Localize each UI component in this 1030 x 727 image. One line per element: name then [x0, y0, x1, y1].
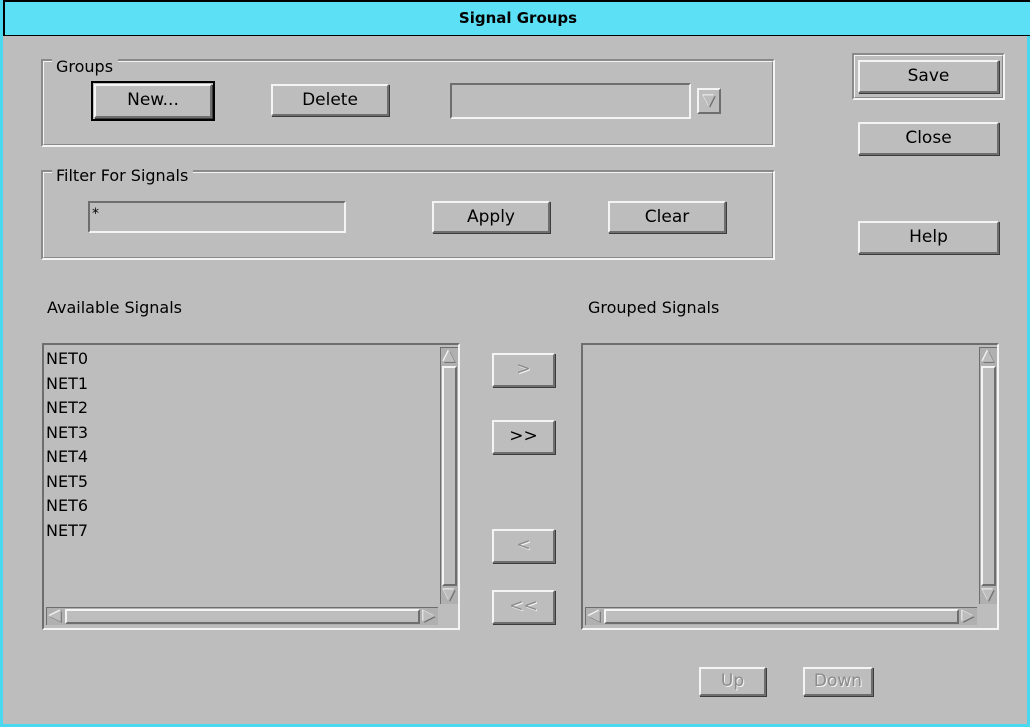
apply-filter-button-label: Apply: [467, 207, 515, 227]
new-group-button[interactable]: New...: [91, 81, 215, 121]
add-all-button-label: >>: [509, 426, 538, 446]
delete-group-button[interactable]: Delete: [271, 84, 389, 116]
list-item[interactable]: NET5: [46, 470, 88, 495]
remove-selected-button-label: <: [516, 535, 531, 555]
scroll-up-icon[interactable]: ▲: [441, 348, 457, 364]
scroll-thumb[interactable]: [442, 366, 457, 586]
list-item[interactable]: NET7: [46, 519, 88, 544]
delete-group-button-label: Delete: [302, 90, 358, 110]
filter-input[interactable]: *: [88, 201, 346, 233]
save-button[interactable]: Save: [858, 60, 999, 93]
list-item[interactable]: NET2: [46, 396, 88, 421]
move-down-button-label: Down: [813, 671, 863, 691]
move-up-button[interactable]: Up: [699, 667, 766, 696]
grouped-signals-label: Grouped Signals: [588, 298, 720, 317]
list-item[interactable]: NET0: [46, 347, 88, 372]
clear-filter-button[interactable]: Clear: [608, 201, 726, 233]
list-item[interactable]: NET1: [46, 372, 88, 397]
group-select-field[interactable]: [450, 83, 691, 119]
scroll-thumb[interactable]: [981, 366, 996, 586]
close-button-label: Close: [905, 128, 952, 148]
remove-all-button[interactable]: <<: [492, 590, 555, 624]
add-selected-button[interactable]: >: [492, 353, 555, 387]
move-down-button[interactable]: Down: [803, 667, 873, 696]
scroll-up-icon[interactable]: ▲: [980, 348, 996, 364]
scroll-thumb[interactable]: [65, 609, 420, 624]
add-selected-button-label: >: [516, 359, 531, 379]
available-vertical-scrollbar[interactable]: ▲ ▼: [440, 347, 458, 604]
scroll-thumb[interactable]: [604, 609, 959, 624]
help-button-label: Help: [909, 227, 948, 247]
clear-filter-button-label: Clear: [644, 207, 690, 227]
scroll-left-icon[interactable]: ◀: [586, 608, 602, 624]
scroll-down-icon[interactable]: ▼: [980, 587, 996, 603]
groups-legend: Groups: [52, 58, 119, 76]
available-signals-list[interactable]: NET0 NET1 NET2 NET3 NET4 NET5 NET6 NET7 ▲ ▼ ◀ ▶: [42, 343, 460, 630]
add-all-button[interactable]: >>: [492, 420, 555, 454]
apply-filter-button[interactable]: Apply: [432, 201, 550, 233]
filter-legend: Filter For Signals: [52, 167, 194, 185]
close-button[interactable]: Close: [858, 122, 999, 155]
save-button-label: Save: [907, 66, 950, 86]
remove-all-button-label: <<: [509, 596, 538, 616]
scroll-down-icon[interactable]: ▼: [441, 587, 457, 603]
signal-groups-window: Signal Groups Groups New... Delete ▼ Fil…: [0, 0, 1030, 727]
help-button[interactable]: Help: [858, 221, 999, 254]
move-up-button-label: Up: [720, 671, 745, 691]
grouped-vertical-scrollbar[interactable]: ▲ ▼: [979, 347, 997, 604]
grouped-horizontal-scrollbar[interactable]: ◀ ▶: [585, 607, 977, 625]
grouped-signals-list[interactable]: ▲ ▼ ◀ ▶: [581, 343, 999, 630]
scroll-right-icon[interactable]: ▶: [960, 608, 976, 624]
available-horizontal-scrollbar[interactable]: ◀ ▶: [46, 607, 438, 625]
available-signals-items: NET0 NET1 NET2 NET3 NET4 NET5 NET6 NET7: [46, 347, 88, 543]
new-group-button-label: New...: [127, 90, 179, 110]
available-signals-label: Available Signals: [47, 298, 182, 317]
list-item[interactable]: NET4: [46, 445, 88, 470]
remove-selected-button[interactable]: <: [492, 529, 555, 563]
scroll-right-icon[interactable]: ▶: [421, 608, 437, 624]
window-title[interactable]: Signal Groups: [3, 0, 1030, 36]
list-item[interactable]: NET6: [46, 494, 88, 519]
list-item[interactable]: NET3: [46, 421, 88, 446]
scroll-left-icon[interactable]: ◀: [47, 608, 63, 624]
chevron-down-icon[interactable]: ▼: [697, 88, 721, 114]
